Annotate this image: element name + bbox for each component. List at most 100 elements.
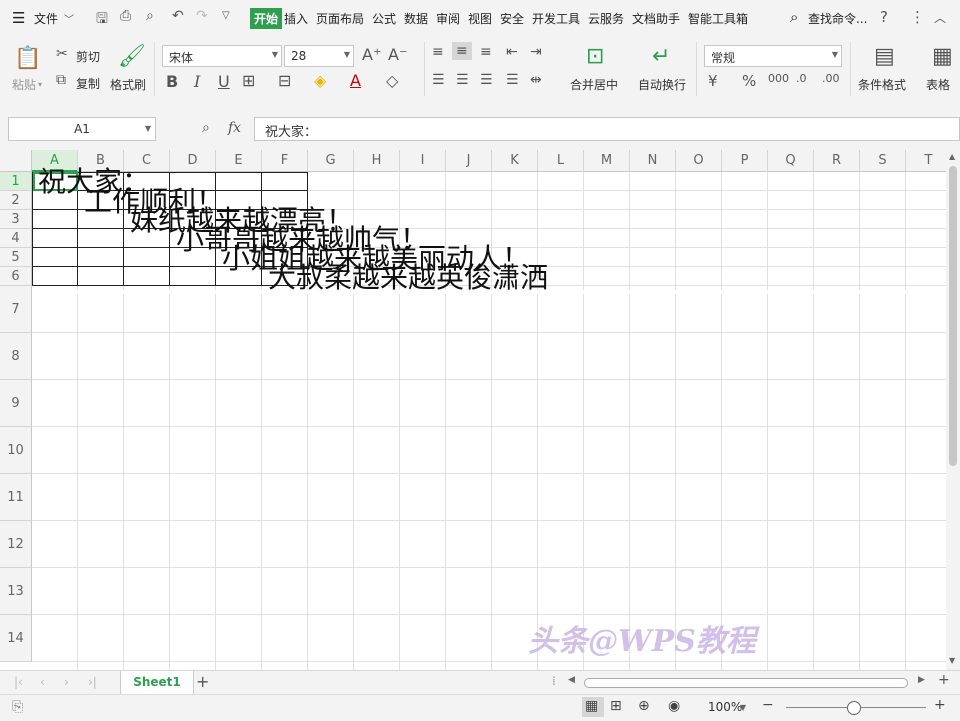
row-header-8[interactable]: 8 (0, 333, 32, 380)
row-header-2[interactable]: 2 (0, 191, 32, 210)
tab-formulas[interactable]: 公式 (372, 10, 396, 27)
collapse-ribbon-icon[interactable]: ︿ (934, 9, 946, 26)
copy-button[interactable]: 复制 (76, 75, 100, 92)
row-header-1[interactable]: 1 (0, 172, 32, 191)
tab-data[interactable]: 数据 (404, 10, 428, 27)
borders-icon[interactable]: ⊞ (242, 71, 255, 90)
row-header-10[interactable]: 10 (0, 427, 32, 474)
last-sheet-icon[interactable]: ›| (88, 675, 97, 689)
wrap-text-icon[interactable]: ↵ (652, 44, 670, 69)
copy-icon[interactable]: ⧉ (56, 72, 66, 88)
zoom-slider-thumb[interactable] (847, 701, 861, 715)
tab-review[interactable]: 审阅 (436, 10, 460, 27)
scroll-left-icon[interactable]: ◀ (568, 675, 575, 685)
name-box[interactable]: A1 ▼ (8, 117, 156, 141)
add-sheet-icon[interactable]: + (196, 672, 209, 691)
file-menu[interactable]: 文件 (34, 10, 58, 27)
merge-center-icon[interactable]: ⊡ (586, 44, 604, 69)
tab-home[interactable]: 开始 (250, 8, 283, 29)
row-header-9[interactable]: 9 (0, 380, 32, 427)
column-header-p[interactable]: P (722, 150, 768, 172)
more-options-icon[interactable]: ⋮ (910, 8, 925, 26)
print-preview-icon[interactable]: ⌕ (146, 8, 154, 24)
command-search[interactable]: 查找命令... (808, 10, 867, 27)
prev-sheet-icon[interactable]: ‹ (40, 675, 45, 689)
align-center-icon[interactable]: ☰ (456, 72, 469, 88)
row-header-6[interactable]: 6 (0, 267, 32, 286)
column-header-j[interactable]: J (446, 150, 492, 172)
decrease-decimal-icon[interactable]: .00 (822, 72, 840, 85)
normal-view-icon[interactable]: ▦ (585, 698, 598, 714)
align-right-icon[interactable]: ☰ (480, 72, 493, 88)
column-header-f[interactable]: F (262, 150, 308, 172)
search-icon[interactable]: ⌕ (790, 8, 798, 26)
decrease-font-icon[interactable]: A⁻ (388, 45, 407, 64)
increase-decimal-icon[interactable]: .0 (796, 72, 807, 85)
font-color-icon[interactable]: A (350, 71, 361, 90)
cut-button[interactable]: 剪切 (76, 48, 100, 65)
sheet-tab-sheet1[interactable]: Sheet1 (120, 671, 194, 694)
file-menu-chevron-icon[interactable]: ﹀ (64, 11, 74, 26)
merge-center-button[interactable]: 合并居中 (570, 76, 618, 93)
row-header-12[interactable]: 12 (0, 521, 32, 568)
row-header-11[interactable]: 11 (0, 474, 32, 521)
vertical-scroll-thumb[interactable] (949, 166, 957, 466)
column-header-r[interactable]: R (814, 150, 860, 172)
paste-button[interactable]: 粘贴 (12, 76, 36, 93)
cell-f6[interactable]: 大叔柔越来越英俊潇洒 (268, 264, 548, 292)
horizontal-add-icon[interactable]: + (938, 672, 950, 688)
column-header-i[interactable]: I (400, 150, 446, 172)
select-all-corner[interactable] (0, 150, 32, 172)
row-header-3[interactable]: 3 (0, 210, 32, 229)
formula-input[interactable]: 祝大家： (254, 117, 960, 141)
tab-view[interactable]: 视图 (468, 10, 492, 27)
print-icon[interactable]: ⎙ (120, 8, 131, 24)
vertical-scrollbar[interactable]: ▲ ▼ (946, 150, 960, 670)
column-header-e[interactable]: E (216, 150, 262, 172)
first-sheet-icon[interactable]: |‹ (14, 675, 23, 689)
align-top-icon[interactable]: ≡ (432, 44, 444, 60)
column-header-q[interactable]: Q (768, 150, 814, 172)
bold-icon[interactable]: B (166, 72, 178, 91)
wrap-text-button[interactable]: 自动换行 (638, 76, 686, 93)
row-header-14[interactable]: 14 (0, 615, 32, 662)
italic-icon[interactable]: I (194, 72, 200, 91)
row-header-5[interactable]: 5 (0, 248, 32, 267)
tab-insert[interactable]: 插入 (284, 10, 308, 27)
tab-doc-assistant[interactable]: 文档助手 (632, 10, 680, 27)
column-header-m[interactable]: M (584, 150, 630, 172)
scroll-right-icon[interactable]: ▶ (918, 675, 925, 685)
tab-security[interactable]: 安全 (500, 10, 524, 27)
scissors-icon[interactable]: ✂ (56, 46, 68, 62)
fill-color-icon[interactable]: ◈ (314, 71, 326, 90)
horizontal-scroll-thumb[interactable] (584, 678, 908, 688)
zoom-level[interactable]: 100% (708, 700, 742, 714)
thousands-separator-icon[interactable]: 000 (768, 72, 789, 85)
row-header-4[interactable]: 4 (0, 229, 32, 248)
column-header-n[interactable]: N (630, 150, 676, 172)
zoom-in-icon[interactable]: + (934, 697, 946, 713)
scroll-down-icon[interactable]: ▼ (949, 656, 955, 665)
align-middle-icon[interactable]: ≡ (452, 42, 472, 60)
column-header-s[interactable]: S (860, 150, 906, 172)
column-header-g[interactable]: G (308, 150, 354, 172)
undo-icon[interactable]: ↶ (172, 8, 184, 24)
tab-cloud[interactable]: 云服务 (588, 10, 624, 27)
clear-format-icon[interactable]: ◇ (386, 71, 398, 90)
distributed-icon[interactable]: ⇹ (530, 72, 542, 88)
currency-icon[interactable]: ¥ (708, 72, 718, 90)
column-header-d[interactable]: D (170, 150, 216, 172)
quick-access-dropdown-icon[interactable]: ▽ (222, 10, 230, 21)
align-bottom-icon[interactable]: ≡ (480, 44, 492, 60)
justify-icon[interactable]: ☰ (506, 72, 519, 88)
table-style-icon[interactable]: ▦ (932, 44, 953, 69)
align-left-icon[interactable]: ☰ (432, 72, 445, 88)
row-header-7[interactable]: 7 (0, 286, 32, 333)
tab-smart-toolbox[interactable]: 智能工具箱 (688, 10, 748, 27)
number-format-combo[interactable]: 常规 ▼ (704, 45, 842, 67)
spreadsheet-grid[interactable]: ABCDEFGHIJKLMNOPQRST 1 2 3 4 5 6 7 8 9 10 11 12 13 14… (0, 150, 946, 670)
column-header-l[interactable]: L (538, 150, 584, 172)
column-header-k[interactable]: K (492, 150, 538, 172)
table-style-button[interactable]: 表格 (926, 76, 950, 93)
page-break-view-icon[interactable]: ⊞ (610, 698, 622, 714)
